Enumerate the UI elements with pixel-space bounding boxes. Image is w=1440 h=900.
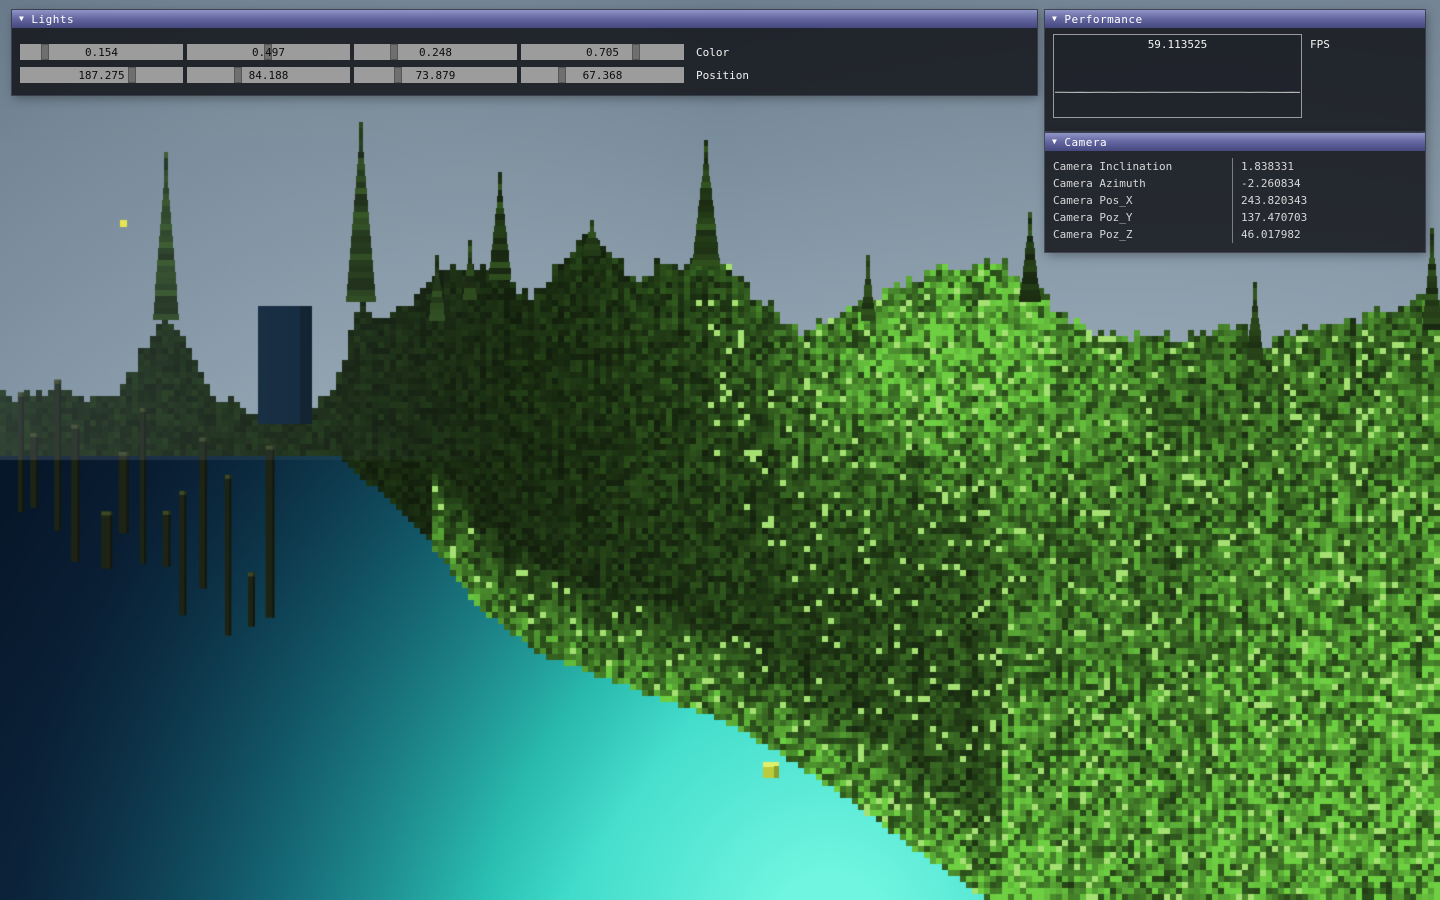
slider-handle[interactable]	[394, 67, 402, 83]
light-slider[interactable]: 187.275	[20, 67, 183, 83]
camera-row-value: 46.017982	[1232, 226, 1425, 243]
slider-value: 73.879	[354, 67, 517, 83]
fps-graph-box: 59.113525	[1053, 34, 1302, 118]
collapse-icon[interactable]: ▼	[1052, 15, 1057, 23]
light-slider-row-color: 0.1540.4970.2480.705 Color	[20, 44, 1029, 60]
light-slider[interactable]: 0.705	[521, 44, 684, 60]
panel-performance: ▼ Performance 59.113525 FPS	[1045, 10, 1425, 131]
slider-handle[interactable]	[264, 44, 272, 60]
light-slider-row-position: 187.27584.18873.87967.368 Position	[20, 67, 1029, 83]
light-slider[interactable]: 84.188	[187, 67, 350, 83]
panel-lights-header[interactable]: ▼ Lights	[12, 10, 1037, 28]
panel-title: Performance	[1064, 13, 1142, 26]
collapse-icon[interactable]: ▼	[1052, 138, 1057, 146]
light-slider[interactable]: 0.154	[20, 44, 183, 60]
camera-row-label: Camera Poz_Y	[1045, 209, 1232, 226]
camera-row-label: Camera Pos_X	[1045, 192, 1232, 209]
light-slider[interactable]: 0.248	[354, 44, 517, 60]
camera-rows: Camera Inclination1.838331Camera Azimuth…	[1045, 151, 1425, 252]
camera-row-value: -2.260834	[1232, 175, 1425, 192]
camera-row-value: 137.470703	[1232, 209, 1425, 226]
camera-row: Camera Inclination1.838331	[1045, 158, 1425, 175]
slider-value: 67.368	[521, 67, 684, 83]
panel-title: Camera	[1064, 136, 1107, 149]
light-slider[interactable]: 0.497	[187, 44, 350, 60]
camera-row: Camera Poz_Y137.470703	[1045, 209, 1425, 226]
camera-row: Camera Poz_Z46.017982	[1045, 226, 1425, 243]
camera-row-label: Camera Poz_Z	[1045, 226, 1232, 243]
fps-label: FPS	[1310, 38, 1330, 51]
collapse-icon[interactable]: ▼	[19, 15, 24, 23]
camera-row-value: 1.838331	[1232, 158, 1425, 175]
slider-value: 187.275	[20, 67, 183, 83]
slider-row-label: Color	[696, 46, 729, 59]
slider-value: 0.705	[521, 44, 684, 60]
camera-row-label: Camera Azimuth	[1045, 175, 1232, 192]
panel-camera-header[interactable]: ▼ Camera	[1045, 133, 1425, 151]
slider-handle[interactable]	[390, 44, 398, 60]
light-slider[interactable]: 67.368	[521, 67, 684, 83]
panel-lights: ▼ Lights 0.1540.4970.2480.705 Color 187.27…	[12, 10, 1037, 95]
slider-value: 0.248	[354, 44, 517, 60]
slider-handle[interactable]	[41, 44, 49, 60]
slider-handle[interactable]	[128, 67, 136, 83]
slider-handle[interactable]	[632, 44, 640, 60]
camera-row-value: 243.820343	[1232, 192, 1425, 209]
fps-value: 59.113525	[1054, 38, 1301, 51]
camera-row: Camera Pos_X243.820343	[1045, 192, 1425, 209]
panel-performance-header[interactable]: ▼ Performance	[1045, 10, 1425, 28]
slider-row-label: Position	[696, 69, 749, 82]
camera-row-label: Camera Inclination	[1045, 158, 1232, 175]
camera-row: Camera Azimuth-2.260834	[1045, 175, 1425, 192]
light-slider[interactable]: 73.879	[354, 67, 517, 83]
lights-rows: 0.1540.4970.2480.705 Color 187.27584.18873…	[12, 28, 1037, 95]
panel-title: Lights	[31, 13, 74, 26]
performance-body: 59.113525 FPS	[1045, 28, 1425, 131]
slider-handle[interactable]	[558, 67, 566, 83]
slider-handle[interactable]	[234, 67, 242, 83]
slider-value: 84.188	[187, 67, 350, 83]
panel-camera: ▼ Camera Camera Inclination1.838331Camer…	[1045, 133, 1425, 252]
